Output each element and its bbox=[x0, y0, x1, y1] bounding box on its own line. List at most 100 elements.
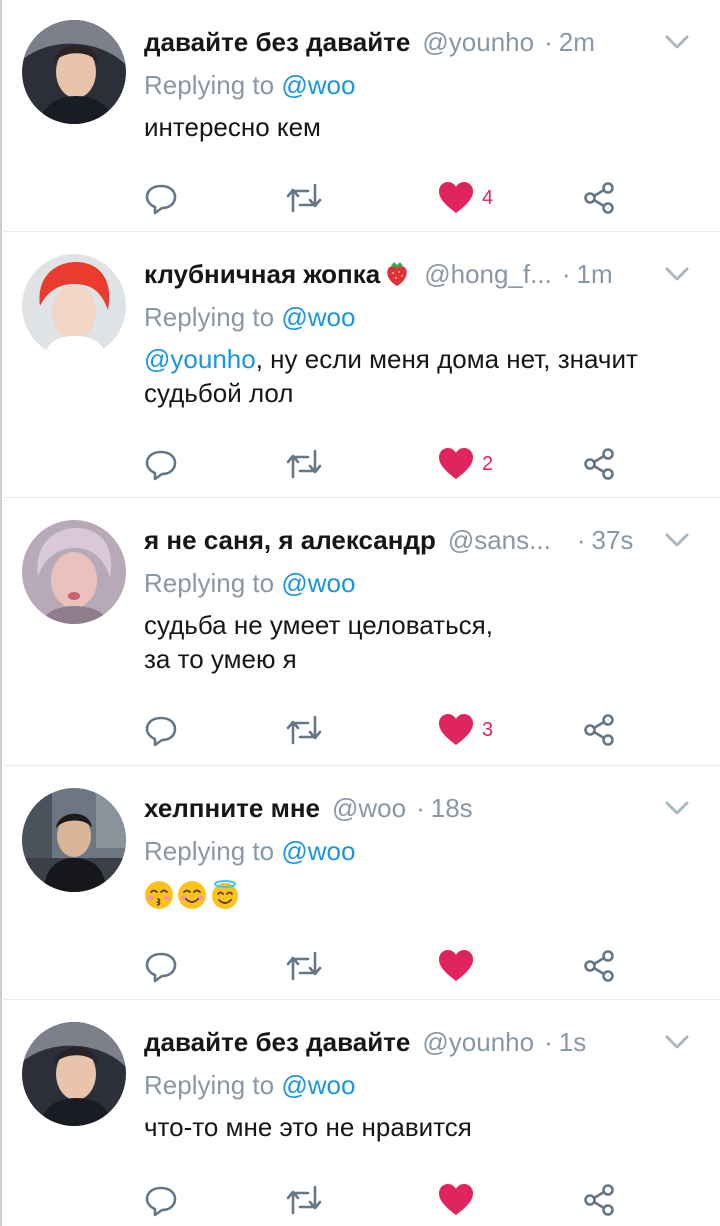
avatar[interactable] bbox=[22, 520, 126, 624]
heart-icon bbox=[439, 448, 473, 479]
reply-icon bbox=[145, 716, 177, 747]
avatar[interactable] bbox=[22, 1022, 126, 1126]
like-button[interactable] bbox=[438, 1180, 474, 1220]
kissing-face-icon bbox=[145, 881, 173, 910]
replying-to-label: Replying to bbox=[144, 836, 275, 866]
reply-button[interactable] bbox=[144, 710, 178, 750]
timestamp[interactable]: 1m bbox=[576, 254, 612, 294]
share-button[interactable] bbox=[582, 946, 616, 986]
display-name[interactable]: давайте без давайте bbox=[144, 1022, 410, 1062]
display-name[interactable]: клубничная жопка bbox=[144, 254, 380, 294]
reply-icon bbox=[145, 184, 177, 215]
display-name[interactable]: давайте без давайте bbox=[144, 22, 410, 62]
share-icon bbox=[584, 714, 614, 746]
display-name[interactable]: я не саня, я александр bbox=[144, 520, 436, 560]
replying-to-label: Replying to bbox=[144, 70, 275, 100]
timestamp[interactable]: 1s bbox=[559, 1022, 586, 1062]
reply-icon bbox=[145, 1186, 177, 1217]
reply-mention-link[interactable]: @woo bbox=[281, 302, 355, 332]
retweet-icon bbox=[286, 183, 322, 213]
like-count: 2 bbox=[482, 452, 494, 475]
timestamp[interactable]: 37s bbox=[591, 520, 633, 560]
reply-mention-link[interactable]: @woo bbox=[281, 568, 355, 598]
tweet-text-line: судьбой лол bbox=[144, 378, 294, 408]
avatar[interactable] bbox=[22, 254, 126, 358]
tweet-text: судьба не умеет целоваться, за то умею я bbox=[144, 608, 700, 676]
replying-to: Replying to @woo bbox=[144, 300, 700, 334]
reply-button[interactable] bbox=[144, 178, 178, 218]
separator-dot: · bbox=[561, 259, 571, 289]
chevron-down-icon[interactable] bbox=[662, 27, 692, 57]
strawberry-icon bbox=[387, 262, 407, 286]
user-handle[interactable]: @hong_f... bbox=[424, 254, 552, 294]
chevron-down-icon[interactable] bbox=[662, 525, 692, 555]
tweet-text: интересно кем bbox=[144, 112, 321, 142]
chevron-down-icon[interactable] bbox=[662, 259, 692, 289]
tweet[interactable]: давайте без давайте @younho · 1s Replyin… bbox=[0, 1000, 720, 1226]
tweet-actions: 3 bbox=[144, 710, 644, 750]
heart-icon bbox=[439, 950, 473, 981]
share-icon bbox=[584, 950, 614, 982]
separator-dot: · bbox=[544, 27, 553, 57]
tweet-text bbox=[144, 876, 700, 910]
tweet[interactable]: клубничная жопка @hong_f... · 1m Replyin… bbox=[0, 232, 720, 498]
share-button[interactable] bbox=[582, 178, 616, 218]
share-button[interactable] bbox=[582, 710, 616, 750]
heart-icon bbox=[439, 714, 473, 745]
display-name[interactable]: хелпните мне bbox=[144, 788, 320, 828]
mention-link[interactable]: @younho bbox=[144, 344, 256, 374]
retweet-button[interactable] bbox=[284, 444, 324, 484]
timestamp[interactable]: 2m bbox=[559, 22, 595, 62]
replying-to-label: Replying to bbox=[144, 302, 275, 332]
share-button[interactable] bbox=[582, 444, 616, 484]
like-button[interactable] bbox=[438, 946, 474, 986]
chevron-down-icon[interactable] bbox=[662, 793, 692, 823]
tweet-text-line: судьба не умеет целоваться, bbox=[144, 610, 493, 640]
reply-button[interactable] bbox=[144, 946, 178, 986]
share-icon bbox=[584, 182, 614, 214]
retweet-button[interactable] bbox=[284, 178, 324, 218]
reply-mention-link[interactable]: @woo bbox=[281, 1070, 355, 1100]
reply-mention-link[interactable]: @woo bbox=[281, 836, 355, 866]
like-button[interactable]: 4 bbox=[438, 178, 493, 218]
replying-to-label: Replying to bbox=[144, 568, 275, 598]
like-button[interactable]: 3 bbox=[438, 710, 493, 750]
separator-dot: · bbox=[416, 793, 425, 823]
reply-mention-link[interactable]: @woo bbox=[281, 70, 355, 100]
avatar[interactable] bbox=[22, 788, 126, 892]
reply-button[interactable] bbox=[144, 1180, 178, 1220]
tweet-actions: 2 bbox=[144, 444, 644, 484]
tweet-actions bbox=[144, 1180, 644, 1220]
retweet-button[interactable] bbox=[284, 946, 324, 986]
replying-to-label: Replying to bbox=[144, 1070, 275, 1100]
tweet[interactable]: я не саня, я александр @sans... · 37s Re… bbox=[0, 498, 720, 766]
user-handle[interactable]: @woo bbox=[332, 788, 406, 828]
user-handle[interactable]: @younho bbox=[422, 1022, 534, 1062]
tweet-text: что-то мне это не нравится bbox=[144, 1112, 472, 1142]
tweet-actions bbox=[144, 946, 644, 986]
avatar[interactable] bbox=[22, 20, 126, 124]
separator-dot: · bbox=[576, 525, 586, 555]
tweet[interactable]: хелпните мне @woo · 18s Replying to @woo bbox=[0, 766, 720, 1000]
separator-dot: · bbox=[544, 1027, 553, 1057]
tweet-text-line: , ну если меня дома нет, значит bbox=[255, 344, 638, 374]
user-handle[interactable]: @younho bbox=[422, 22, 534, 62]
like-button[interactable]: 2 bbox=[438, 444, 493, 484]
share-icon bbox=[584, 448, 614, 480]
like-count: 3 bbox=[482, 718, 494, 741]
smiling-face-icon bbox=[178, 881, 206, 910]
share-icon bbox=[584, 1184, 614, 1216]
share-button[interactable] bbox=[582, 1180, 616, 1220]
tweet-text: @younho, ну если меня дома нет, значит су… bbox=[144, 342, 700, 410]
tweet-text-line: за то умею я bbox=[144, 644, 297, 674]
tweet[interactable]: давайте без давайте @younho · 2m Replyin… bbox=[0, 0, 720, 232]
timestamp[interactable]: 18s bbox=[431, 788, 473, 828]
replying-to: Replying to @woo bbox=[144, 68, 700, 102]
reply-button[interactable] bbox=[144, 444, 178, 484]
like-count: 4 bbox=[482, 186, 494, 209]
user-handle[interactable]: @sans... bbox=[448, 520, 551, 560]
reply-icon bbox=[145, 450, 177, 481]
chevron-down-icon[interactable] bbox=[662, 1027, 692, 1057]
retweet-button[interactable] bbox=[284, 710, 324, 750]
retweet-button[interactable] bbox=[284, 1180, 324, 1220]
